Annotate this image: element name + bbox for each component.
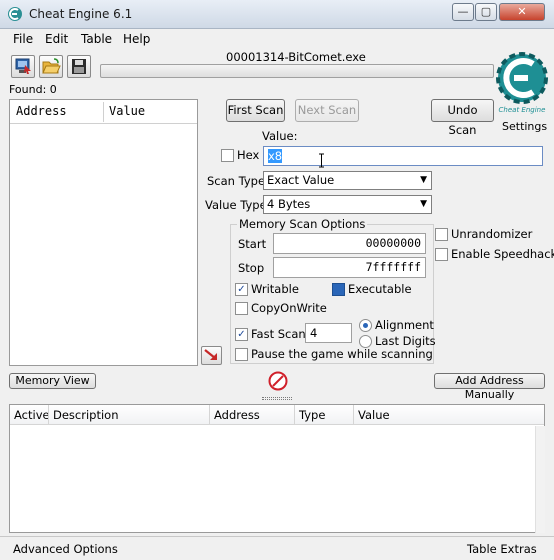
alignment-radio[interactable] (359, 319, 372, 332)
alignment-label: Alignment (375, 318, 434, 332)
value-type-value: 4 Bytes (267, 197, 311, 211)
column-divider[interactable] (353, 405, 354, 424)
executable-label: Executable (348, 282, 412, 296)
chevron-down-icon: ▼ (420, 175, 427, 185)
value-input[interactable]: x8 (263, 146, 543, 166)
select-process-button[interactable] (11, 55, 35, 78)
column-type[interactable]: Type (299, 408, 325, 422)
speedhack-label: Enable Speedhack (451, 247, 554, 261)
found-count: Found: 0 (9, 83, 57, 96)
cheat-table-header: Active Description Address Type Value (10, 405, 544, 425)
process-name: 00001314-BitComet.exe (226, 50, 366, 64)
value-type-label: Value Type (205, 198, 267, 212)
speedhack-checkbox[interactable] (435, 248, 448, 261)
table-extras-link[interactable]: Table Extras (467, 542, 537, 556)
menu-help[interactable]: Help (123, 32, 150, 46)
last-digits-label: Last Digits (375, 334, 436, 348)
cheat-engine-logo-icon: Cheat Engine (496, 52, 548, 114)
found-address-list[interactable]: Address Value (9, 99, 198, 366)
value-type-select[interactable]: 4 Bytes ▼ (263, 195, 432, 214)
column-divider[interactable] (294, 405, 295, 424)
add-address-manually-button[interactable]: Add Address Manually (434, 373, 545, 401)
settings-label[interactable]: Settings (502, 120, 547, 133)
stop-icon[interactable] (268, 371, 288, 391)
close-button[interactable]: ✕ (499, 3, 545, 21)
scan-type-select[interactable]: Exact Value ▼ (263, 171, 432, 190)
logo-caption: Cheat Engine (499, 106, 546, 114)
stop-label: Stop (238, 261, 265, 275)
fast-scan-checkbox[interactable]: ✓ (235, 328, 248, 341)
fast-scan-label: Fast Scan (251, 327, 306, 341)
next-scan-button[interactable]: Next Scan (295, 99, 359, 122)
column-divider[interactable] (48, 405, 49, 424)
pause-game-label: Pause the game while scanning (251, 347, 433, 361)
text-cursor-icon (319, 153, 324, 168)
value-label: Value: (262, 129, 298, 143)
copyonwrite-label: CopyOnWrite (251, 301, 327, 315)
column-address[interactable]: Address (16, 104, 67, 118)
settings-logo-button[interactable]: Cheat Engine (496, 50, 548, 120)
advanced-options-link[interactable]: Advanced Options (13, 542, 118, 556)
column-value[interactable]: Value (358, 408, 390, 422)
writable-label: Writable (251, 282, 299, 296)
menu-table[interactable]: Table (81, 32, 112, 46)
start-address-input[interactable]: 00000000 (273, 233, 426, 254)
column-divider[interactable] (209, 405, 210, 424)
memory-scan-options-title: Memory Scan Options (237, 217, 368, 231)
cheat-table-list[interactable]: Active Description Address Type Value (9, 404, 545, 533)
maximize-button[interactable]: ▢ (475, 3, 497, 21)
title-bar: Cheat Engine 6.1 — ▢ ✕ (0, 0, 554, 29)
scan-type-label: Scan Type (207, 174, 266, 188)
column-value[interactable]: Value (109, 104, 145, 118)
menu-bar: File Edit Table Help (0, 30, 554, 50)
start-label: Start (238, 237, 267, 251)
open-folder-icon (42, 58, 61, 74)
add-selected-to-list-button[interactable] (201, 346, 222, 365)
hex-label: Hex (237, 148, 260, 162)
first-scan-button[interactable]: First Scan (226, 99, 285, 122)
minimize-button[interactable]: — (452, 3, 474, 21)
memory-view-button[interactable]: Memory View (9, 373, 96, 389)
open-file-button[interactable] (39, 55, 63, 78)
vertical-scrollbar[interactable] (535, 426, 545, 533)
unrandomizer-label: Unrandomizer (451, 227, 533, 241)
address-list-header: Address Value (10, 100, 197, 124)
red-arrow-down-right-icon (204, 349, 217, 360)
computer-process-icon (15, 58, 31, 74)
hex-checkbox[interactable] (221, 149, 234, 162)
stop-address-input[interactable]: 7fffffff (273, 257, 426, 278)
menu-file[interactable]: File (13, 32, 33, 46)
unrandomizer-checkbox[interactable] (435, 228, 448, 241)
menu-edit[interactable]: Edit (45, 32, 68, 46)
panel-splitter-handle[interactable] (262, 397, 292, 400)
pause-game-checkbox[interactable] (235, 348, 248, 361)
scan-progress-bar (100, 64, 494, 78)
chevron-down-icon: ▼ (420, 199, 427, 209)
column-active[interactable]: Active (14, 408, 50, 422)
writable-checkbox[interactable]: ✓ (235, 283, 248, 296)
app-logo-icon (8, 7, 22, 21)
floppy-save-icon (72, 59, 86, 74)
window-title: Cheat Engine 6.1 (29, 7, 133, 21)
value-input-text: x8 (268, 149, 283, 163)
status-bar: Advanced Options Table Extras (0, 536, 554, 560)
executable-checkbox[interactable] (332, 283, 345, 296)
fast-scan-input[interactable]: 4 (305, 323, 352, 343)
copyonwrite-checkbox[interactable] (235, 302, 248, 315)
scan-type-value: Exact Value (267, 173, 335, 187)
column-divider[interactable] (103, 102, 104, 122)
column-address[interactable]: Address (214, 408, 260, 422)
undo-scan-button[interactable]: Undo Scan (431, 99, 494, 137)
save-button[interactable] (67, 55, 91, 78)
column-description[interactable]: Description (53, 408, 119, 422)
